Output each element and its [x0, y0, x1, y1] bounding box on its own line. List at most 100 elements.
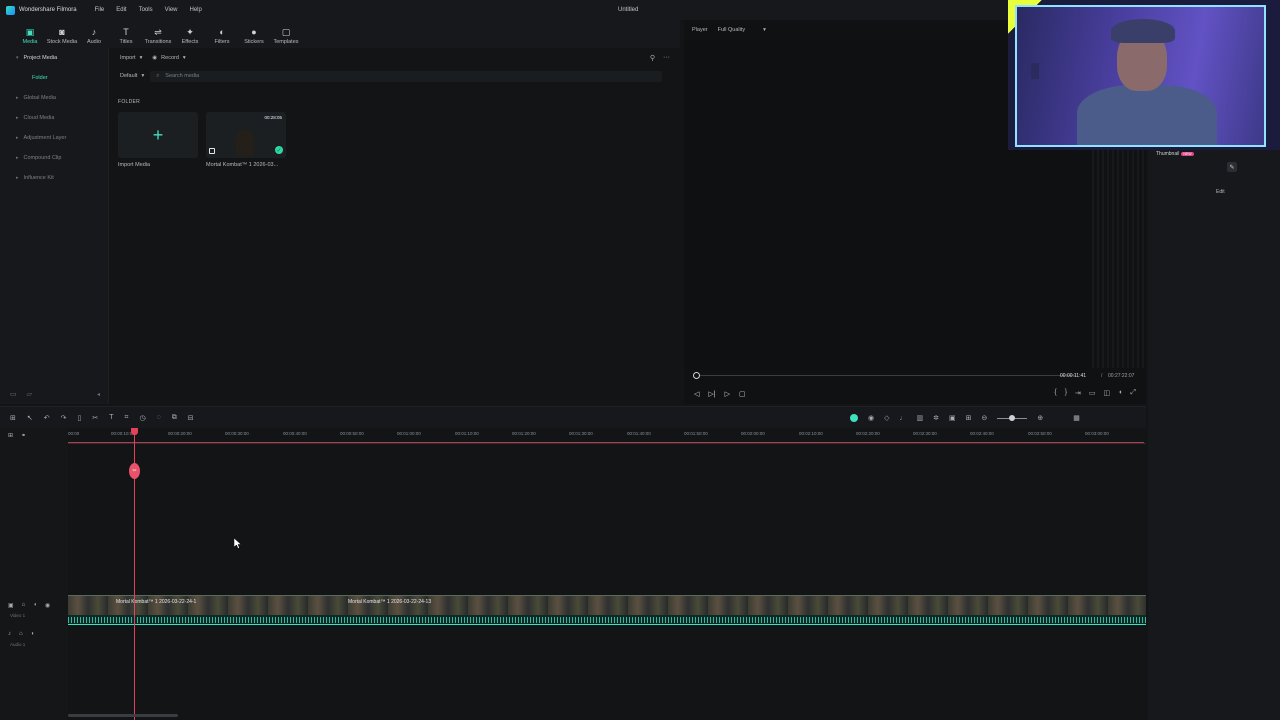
ruler-tick: 00:02:20:00: [856, 431, 880, 436]
preview-artifact: [1092, 148, 1144, 368]
record-button[interactable]: ◉ Record ▾: [152, 55, 185, 61]
auto-ripple-icon[interactable]: [850, 414, 858, 422]
marker-icon[interactable]: ◇: [884, 414, 889, 422]
media-clip-card[interactable]: 00:28:05 ✓ Mortal Kombat™ 1 2026-03...: [206, 112, 286, 168]
collapse-sidebar-icon[interactable]: ◂: [97, 391, 100, 398]
audio-mix-icon[interactable]: ▥: [917, 414, 924, 422]
color-icon[interactable]: ◌: [157, 414, 161, 422]
tab-filters[interactable]: ◐ Filters: [206, 27, 238, 45]
crop-icon[interactable]: ⌗: [125, 414, 129, 422]
properties-panel: Thumbnail NEW ✎ Edit: [1148, 148, 1280, 404]
tab-audio[interactable]: ♪ Audio: [78, 27, 110, 45]
tab-transitions[interactable]: ⇌ Transitions: [142, 27, 174, 46]
redo-icon[interactable]: ↷: [61, 414, 67, 422]
menu-tools[interactable]: Tools: [139, 7, 153, 13]
volume-icon[interactable]: ◖: [1118, 389, 1122, 397]
import-media-card[interactable]: + Import Media: [118, 112, 198, 168]
split-icon[interactable]: ✂: [92, 414, 98, 422]
eye-icon[interactable]: ◉: [45, 602, 50, 609]
stop-icon[interactable]: ▢: [739, 390, 746, 398]
ruler-tick: 00:02:30:00: [913, 431, 937, 436]
video-clip[interactable]: Mortal Kombat™ 1 2026-03-22-24-1 Mortal …: [68, 595, 1146, 615]
tab-stock-media[interactable]: ◙ Stock Media: [46, 27, 78, 45]
link-icon[interactable]: ⚭: [21, 432, 26, 439]
video-track-label: Video 1: [10, 613, 26, 618]
mute-icon[interactable]: ◖: [31, 631, 35, 637]
add-track-icon[interactable]: ⊞: [8, 432, 13, 439]
delete-icon[interactable]: ▯: [78, 414, 82, 422]
mark-in-icon[interactable]: {: [1054, 389, 1056, 397]
layout-icon[interactable]: ⊞: [10, 414, 16, 422]
mark-out-icon[interactable]: }: [1065, 389, 1067, 397]
display-icon[interactable]: ▭: [1089, 389, 1096, 397]
zoom-slider[interactable]: [997, 414, 1028, 421]
step-back-icon[interactable]: ◁: [694, 390, 699, 398]
render-icon[interactable]: ◉: [868, 414, 874, 422]
zoom-out-icon[interactable]: ⊖: [982, 414, 988, 422]
insert-icon[interactable]: ⇥: [1075, 389, 1081, 397]
tab-templates[interactable]: ▢ Templates: [270, 26, 302, 46]
ai-icon[interactable]: ✲: [933, 414, 939, 422]
tab-stickers[interactable]: ● Stickers: [238, 27, 270, 45]
ai-tool-icon[interactable]: ⧉: [172, 414, 177, 422]
scrub-handle[interactable]: [693, 372, 700, 379]
sidebar-item-adjustment-layer[interactable]: ▸ Adjustment Layer: [0, 128, 108, 148]
import-media-tile[interactable]: +: [118, 112, 198, 158]
sidebar-item-compound-clip[interactable]: ▸ Compound Clip: [0, 148, 108, 168]
menu-view[interactable]: View: [165, 7, 178, 13]
fullscreen-icon[interactable]: ⤢: [1130, 389, 1136, 397]
tab-titles[interactable]: T Titles: [110, 27, 142, 45]
pencil-icon[interactable]: ✎: [1227, 162, 1237, 172]
lock-icon[interactable]: ⌂: [22, 602, 26, 609]
search-input[interactable]: [165, 73, 646, 79]
sidebar-item-influence-kit[interactable]: ▸ Influence Kit: [0, 168, 108, 188]
new-folder-icon[interactable]: ▭: [10, 390, 17, 398]
speed-icon[interactable]: ◷: [139, 414, 145, 422]
media-panel: Import ▾ ◉ Record ▾ ⚲ ··· Default ▾ ⌕ FO…: [110, 48, 680, 404]
quality-dropdown[interactable]: Full Quality ▾: [718, 27, 766, 33]
more-options-icon[interactable]: ···: [663, 54, 670, 62]
clip-label: Mortal Kombat™ 1 2026-03-22-24-13: [348, 599, 432, 605]
player-scrub-bar[interactable]: [696, 375, 1076, 376]
timeline-scrollbar[interactable]: [68, 714, 178, 717]
sidebar-item-project-media[interactable]: ▾ Project Media: [0, 48, 108, 68]
menu-edit[interactable]: Edit: [116, 7, 126, 13]
lock-icon[interactable]: ⌂: [19, 631, 23, 637]
select-tool-icon[interactable]: ↖: [27, 414, 33, 422]
menu-help[interactable]: Help: [190, 7, 202, 13]
zoom-slider-handle[interactable]: [1009, 414, 1016, 421]
grid-icon[interactable]: ▦: [1073, 414, 1080, 422]
tab-effects[interactable]: ✦ Effects: [174, 27, 206, 46]
play-frame-icon[interactable]: ▷|: [708, 390, 715, 398]
snapshot-icon[interactable]: ◫: [1104, 389, 1111, 397]
snapshot-timeline-icon[interactable]: ▣: [949, 414, 956, 422]
tab-media[interactable]: ▣ Media: [14, 27, 46, 46]
zoom-in-icon[interactable]: ⊕: [1037, 414, 1043, 422]
mic-icon[interactable]: ♩: [900, 415, 907, 422]
clip-thumbnail[interactable]: 00:28:05 ✓: [206, 112, 286, 158]
audio-waveform: [68, 617, 1146, 623]
sort-dropdown[interactable]: Default ▾: [120, 73, 144, 79]
media-sidebar: ▾ Project Media Folder ▸ Global Media ▸ …: [0, 48, 109, 404]
filter-icon[interactable]: ⚲: [650, 54, 655, 62]
text-tool-icon[interactable]: T: [109, 414, 113, 422]
sidebar-item-cloud-media[interactable]: ▸ Cloud Media: [0, 108, 108, 128]
app-name: Wondershare Filmora: [19, 7, 77, 13]
menu-file[interactable]: File: [95, 7, 105, 13]
fit-icon[interactable]: ⊞: [966, 414, 972, 422]
undo-icon[interactable]: ↶: [44, 414, 50, 422]
sidebar-item-global-media[interactable]: ▸ Global Media: [0, 88, 108, 108]
mute-icon[interactable]: ◖: [33, 602, 37, 609]
sidebar-item-folder[interactable]: Folder: [0, 68, 108, 88]
split-marker-icon[interactable]: ✂: [129, 463, 140, 479]
playhead-handle[interactable]: [131, 428, 138, 435]
folder-icon[interactable]: ▱: [27, 390, 32, 398]
import-button[interactable]: Import ▾: [120, 55, 142, 61]
play-icon[interactable]: ▷: [725, 390, 730, 398]
audio-clip[interactable]: [68, 615, 1146, 625]
edit-button[interactable]: Edit: [1216, 189, 1225, 195]
media-view-options: ⚲ ···: [650, 54, 670, 62]
more-tools-icon[interactable]: ⊟: [188, 414, 194, 422]
timeline-toolbar: ⊞ ↖ ↶ ↷ ▯ ✂ T ⌗ ◷ ◌ ⧉ ⊟ ◉ ◇ ♩ ▥ ✲ ▣ ⊞ ⊖ …: [0, 406, 1146, 428]
templates-icon: ▢: [281, 26, 291, 37]
